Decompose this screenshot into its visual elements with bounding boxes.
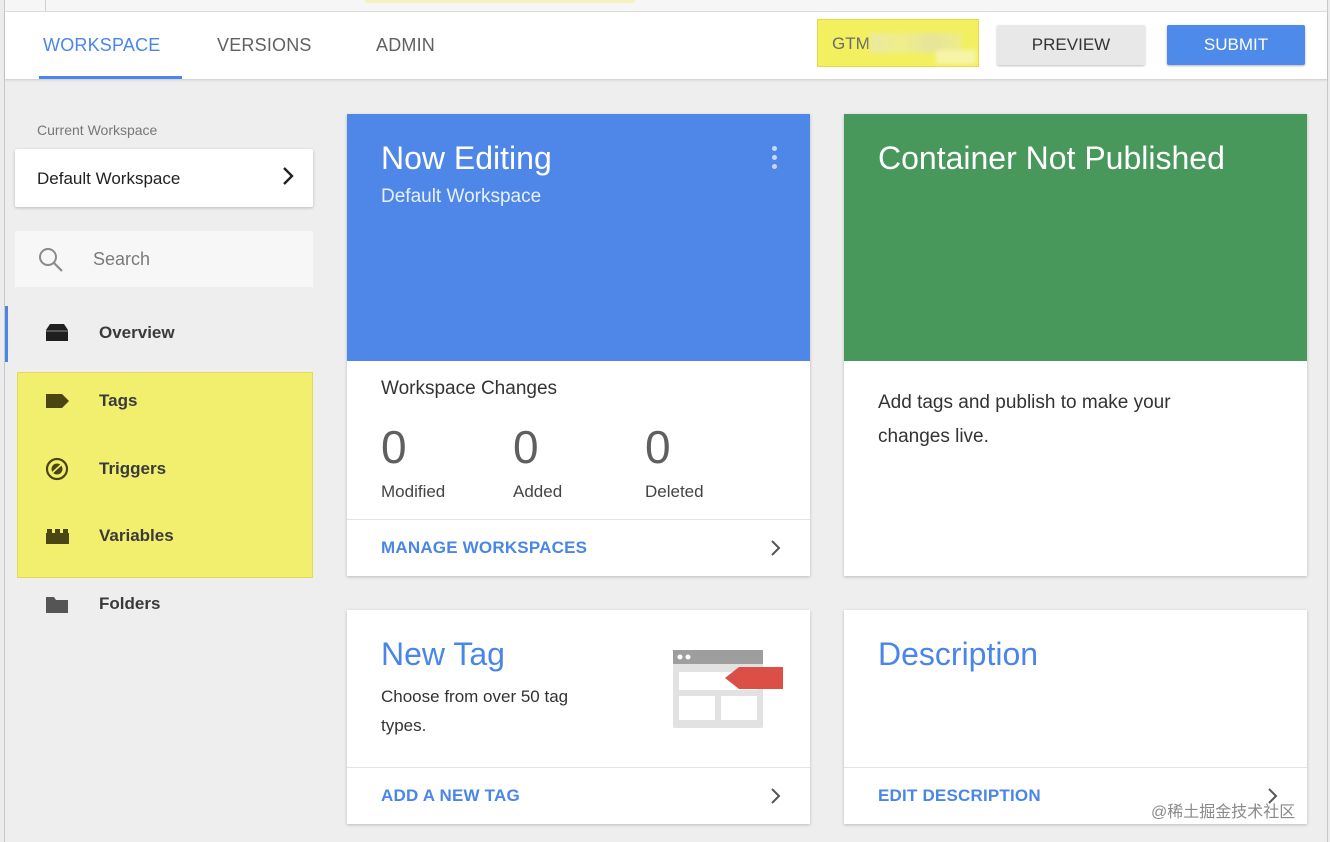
sidebar-item-label: Triggers <box>99 459 167 478</box>
edit-description-link[interactable]: EDIT DESCRIPTION <box>878 786 1041 806</box>
trigger-icon <box>43 457 71 481</box>
browser-strip <box>5 0 1327 12</box>
card-divider <box>347 767 810 768</box>
preview-button[interactable]: PREVIEW <box>997 25 1145 65</box>
submit-button[interactable]: SUBMIT <box>1167 25 1305 65</box>
card-divider <box>844 767 1307 768</box>
selected-nav-indicator <box>5 306 8 362</box>
strip-highlight <box>365 0 635 3</box>
description-title: Description <box>878 636 1039 672</box>
now-editing-workspace: Default Workspace <box>381 186 542 207</box>
manage-workspaces-link[interactable]: MANAGE WORKSPACES <box>381 538 587 558</box>
workspace-changes-title: Workspace Changes <box>381 378 558 399</box>
chevron-right-icon[interactable] <box>770 538 782 563</box>
sidebar-item-label: Tags <box>99 391 138 410</box>
search-field[interactable]: Search <box>15 231 313 287</box>
sidebar-item-label: Overview <box>99 323 175 342</box>
app-frame: WORKSPACE VERSIONS ADMIN GTM PREVIEW SUB… <box>4 0 1328 842</box>
container-id-text: GTM <box>832 34 870 53</box>
new-tag-description: Choose from over 50 tag types. <box>381 687 569 735</box>
watermark: @稀土掘金技术社区 <box>1151 804 1296 821</box>
container-id-redaction-tail <box>936 50 976 64</box>
top-navigation-bar: WORKSPACE VERSIONS ADMIN GTM PREVIEW SUB… <box>5 12 1327 80</box>
deleted-count: 0 <box>645 421 671 473</box>
now-editing-card: Now Editing Default Workspace Workspace … <box>347 114 810 576</box>
overview-icon <box>43 321 71 345</box>
card-divider <box>347 519 810 520</box>
deleted-label: Deleted <box>645 482 704 501</box>
current-workspace-label: Current Workspace <box>37 122 158 138</box>
chevron-right-icon[interactable] <box>770 786 782 811</box>
new-tag-card[interactable]: New Tag Choose from over 50 tag types. A… <box>347 610 810 824</box>
tab-workspace[interactable]: WORKSPACE <box>38 12 184 79</box>
modified-label: Modified <box>381 482 446 501</box>
container-id-badge[interactable]: GTM <box>817 19 979 67</box>
added-count: 0 <box>513 421 539 473</box>
tag-illustration-icon <box>667 646 789 737</box>
add-new-tag-link[interactable]: ADD A NEW TAG <box>381 786 520 806</box>
container-status-title: Container Not Published <box>878 140 1225 176</box>
variables-icon <box>43 524 71 548</box>
added-label: Added <box>513 482 563 501</box>
search-placeholder: Search <box>93 249 151 269</box>
container-status-message: Add tags and publish to make your change… <box>878 392 1171 447</box>
tab-versions[interactable]: VERSIONS <box>217 12 312 79</box>
folder-icon <box>43 592 71 616</box>
more-options-icon[interactable] <box>772 146 778 173</box>
description-card: Description EDIT DESCRIPTION <box>844 610 1307 824</box>
now-editing-title: Now Editing <box>381 140 552 176</box>
workspace-name: Default Workspace <box>37 169 181 188</box>
sidebar-item-label: Variables <box>99 526 174 545</box>
sidebar-item-label: Folders <box>99 594 161 613</box>
container-status-card: Container Not Published Add tags and pub… <box>844 114 1307 576</box>
tab-admin[interactable]: ADMIN <box>376 12 435 79</box>
new-tag-title[interactable]: New Tag <box>381 636 505 673</box>
tag-icon <box>43 389 71 413</box>
workspace-selector[interactable]: Default Workspace <box>15 149 313 207</box>
strip-divider <box>45 0 46 11</box>
search-icon <box>37 246 65 279</box>
chevron-right-icon <box>281 165 295 192</box>
modified-count: 0 <box>381 421 407 473</box>
